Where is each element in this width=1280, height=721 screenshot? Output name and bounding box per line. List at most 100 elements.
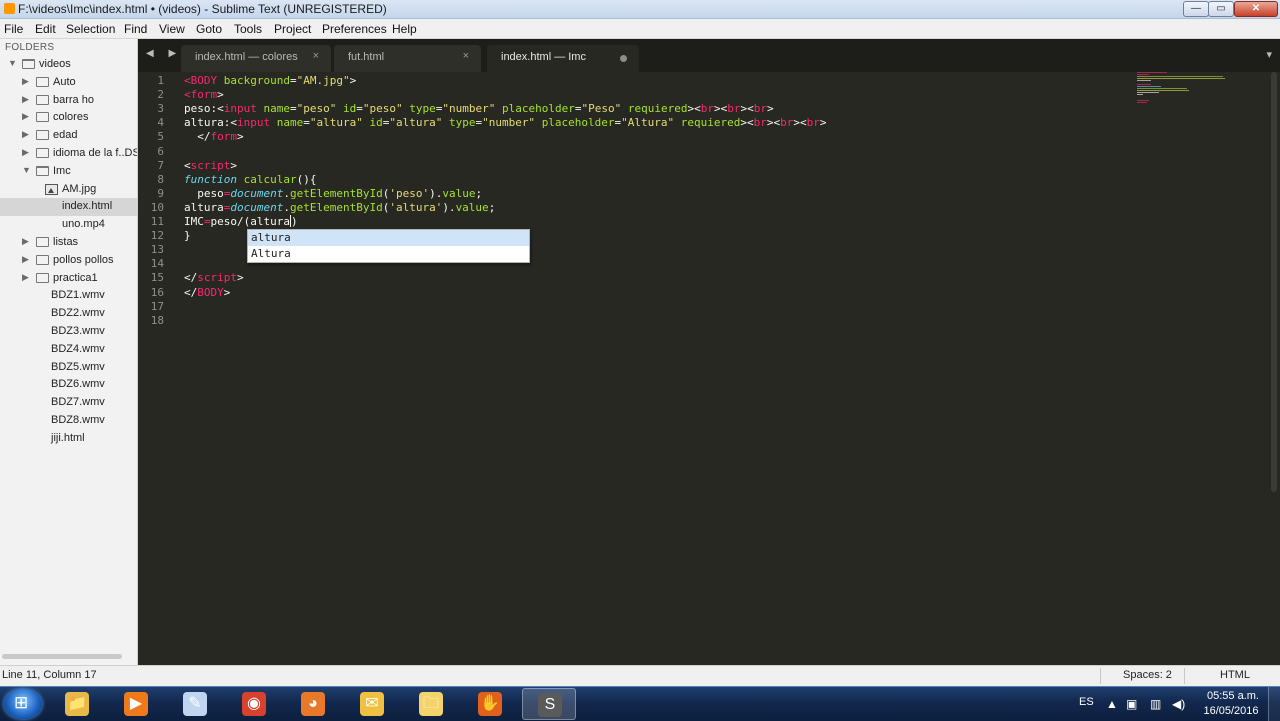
- menu-file[interactable]: File: [4, 22, 23, 36]
- tree-item-label: colores: [53, 111, 89, 124]
- maximize-button[interactable]: ▭: [1208, 1, 1234, 17]
- code-token: =: [290, 102, 297, 116]
- menu-tools[interactable]: Tools: [234, 22, 262, 36]
- minimap-line: [1137, 76, 1223, 77]
- tree-item-label: index.html: [62, 200, 113, 213]
- tree-item-label: jiji.html: [51, 431, 85, 444]
- menu-edit[interactable]: Edit: [35, 22, 56, 36]
- collapsed-arrow-icon[interactable]: ▶: [22, 129, 29, 140]
- code-token: peso:<: [184, 102, 224, 116]
- folder-item[interactable]: ▶ Auto: [0, 74, 137, 92]
- menu-goto[interactable]: Goto: [196, 22, 222, 36]
- minimap[interactable]: [1137, 72, 1227, 112]
- folder-item[interactable]: ▼ videos: [0, 56, 137, 74]
- collapsed-arrow-icon[interactable]: ▶: [22, 236, 29, 247]
- line-number: 4: [157, 116, 164, 130]
- firefox-taskbar-button[interactable]: ◕: [286, 688, 340, 720]
- file-item[interactable]: BDZ5.wmv: [0, 359, 137, 377]
- menu-preferences[interactable]: Preferences: [322, 22, 387, 36]
- collapsed-arrow-icon[interactable]: ▶: [22, 147, 29, 158]
- file-item[interactable]: BDZ6.wmv: [0, 376, 137, 394]
- tab-close-icon[interactable]: ×: [463, 50, 469, 62]
- code-token: br: [727, 102, 741, 116]
- file-item[interactable]: uno.mp4: [0, 216, 137, 234]
- collapsed-arrow-icon[interactable]: ▶: [22, 94, 29, 105]
- file-explorer-taskbar-button[interactable]: 📁: [50, 688, 104, 720]
- folder-item[interactable]: ▶ listas: [0, 234, 137, 252]
- folder-item[interactable]: ▶ pollos pollos: [0, 252, 137, 270]
- tray-app-icon[interactable]: ▣: [1126, 697, 1137, 711]
- messenger-taskbar-button[interactable]: ✉: [345, 688, 399, 720]
- menu-view[interactable]: View: [159, 22, 185, 36]
- start-button[interactable]: [4, 689, 42, 719]
- code-token: background: [223, 74, 290, 87]
- file-item[interactable]: BDZ3.wmv: [0, 323, 137, 341]
- code-token: >: [349, 74, 357, 87]
- tab-nav-arrows[interactable]: ◀ ▶: [146, 48, 182, 59]
- collapsed-arrow-icon[interactable]: ▶: [22, 76, 29, 87]
- file-item[interactable]: BDZ8.wmv: [0, 412, 137, 430]
- line-number: 18: [150, 313, 164, 327]
- tab-1[interactable]: index.html — colores ×: [181, 45, 331, 72]
- folder-item[interactable]: ▶ colores: [0, 109, 137, 127]
- tab-2[interactable]: fut.html ×: [334, 45, 481, 72]
- file-item[interactable]: BDZ4.wmv: [0, 341, 137, 359]
- autocomplete-item[interactable]: Altura: [248, 246, 529, 262]
- clock-date[interactable]: 16/05/2016: [1199, 705, 1263, 717]
- menu-help[interactable]: Help: [392, 22, 417, 36]
- tab-close-icon[interactable]: ×: [313, 50, 319, 62]
- tab-3[interactable]: index.html — Imc: [487, 45, 639, 72]
- tree-item-label: BDZ2.wmv: [51, 307, 105, 320]
- media-player-taskbar-button[interactable]: ▶: [109, 688, 163, 720]
- show-desktop-button[interactable]: [1268, 687, 1280, 721]
- network-icon[interactable]: ▥: [1150, 697, 1161, 711]
- tray-expand-icon[interactable]: ▲: [1106, 697, 1118, 711]
- sublime-text-taskbar-button[interactable]: S: [522, 688, 576, 720]
- indentation-setting[interactable]: Spaces: 2: [1123, 669, 1172, 681]
- code-token: >: [819, 116, 827, 130]
- line-number: 7: [157, 158, 164, 172]
- folder-item[interactable]: ▶ edad: [0, 127, 137, 145]
- file-item[interactable]: BDZ2.wmv: [0, 305, 137, 323]
- code-token: "peso": [296, 102, 337, 116]
- clock-time[interactable]: 05:55 a.m.: [1203, 690, 1263, 702]
- menu-find[interactable]: Find: [124, 22, 147, 36]
- folder-item[interactable]: ▶ barra ho: [0, 92, 137, 110]
- sidebar-horizontal-scrollbar[interactable]: [2, 654, 122, 659]
- code-editor[interactable]: 1 <BODY background="AM.jpg"> 2 <form> 3 peso:…: [138, 72, 1280, 665]
- file-item[interactable]: index.html: [0, 198, 137, 217]
- menu-selection[interactable]: Selection: [66, 22, 115, 36]
- folder-item[interactable]: ▶ idioma de la f..DS: [0, 145, 137, 163]
- file-item[interactable]: jiji.html: [0, 430, 137, 448]
- volume-icon[interactable]: ◀): [1172, 697, 1185, 711]
- folder-icon: [36, 254, 49, 265]
- autocomplete-item[interactable]: altura: [248, 230, 529, 246]
- expanded-arrow-icon[interactable]: ▼: [22, 165, 31, 175]
- sublime-app-icon: [4, 3, 15, 14]
- file-item[interactable]: BDZ7.wmv: [0, 394, 137, 412]
- collapsed-arrow-icon[interactable]: ▶: [22, 272, 29, 283]
- paint-taskbar-button[interactable]: ✎: [168, 688, 222, 720]
- file-item[interactable]: AM.jpg: [0, 181, 137, 199]
- expanded-arrow-icon[interactable]: ▼: [8, 58, 17, 68]
- collapsed-arrow-icon[interactable]: ▶: [22, 111, 29, 122]
- tab-menu-chevron-icon[interactable]: ▾: [1266, 48, 1272, 61]
- menu-project[interactable]: Project: [274, 22, 311, 36]
- minimize-button[interactable]: —: [1183, 1, 1209, 17]
- code-token: form: [190, 88, 218, 102]
- syntax-setting[interactable]: HTML: [1220, 669, 1250, 681]
- unsaved-dot-icon[interactable]: [620, 55, 627, 62]
- language-indicator[interactable]: ES: [1079, 696, 1094, 708]
- vlc-app-taskbar-button[interactable]: ✋: [463, 688, 517, 720]
- folder-item[interactable]: ▼ Imc: [0, 163, 137, 181]
- code-token: type: [448, 116, 476, 130]
- editor-vertical-scrollbar[interactable]: [1271, 72, 1277, 492]
- folder-item[interactable]: ▶ practica1: [0, 270, 137, 288]
- chrome-taskbar-button[interactable]: ◉: [227, 688, 281, 720]
- folder-taskbar-button[interactable]: 🗀: [404, 688, 458, 720]
- close-window-button[interactable]: ✕: [1234, 1, 1278, 17]
- file-item[interactable]: BDZ1.wmv: [0, 287, 137, 305]
- collapsed-arrow-icon[interactable]: ▶: [22, 254, 29, 265]
